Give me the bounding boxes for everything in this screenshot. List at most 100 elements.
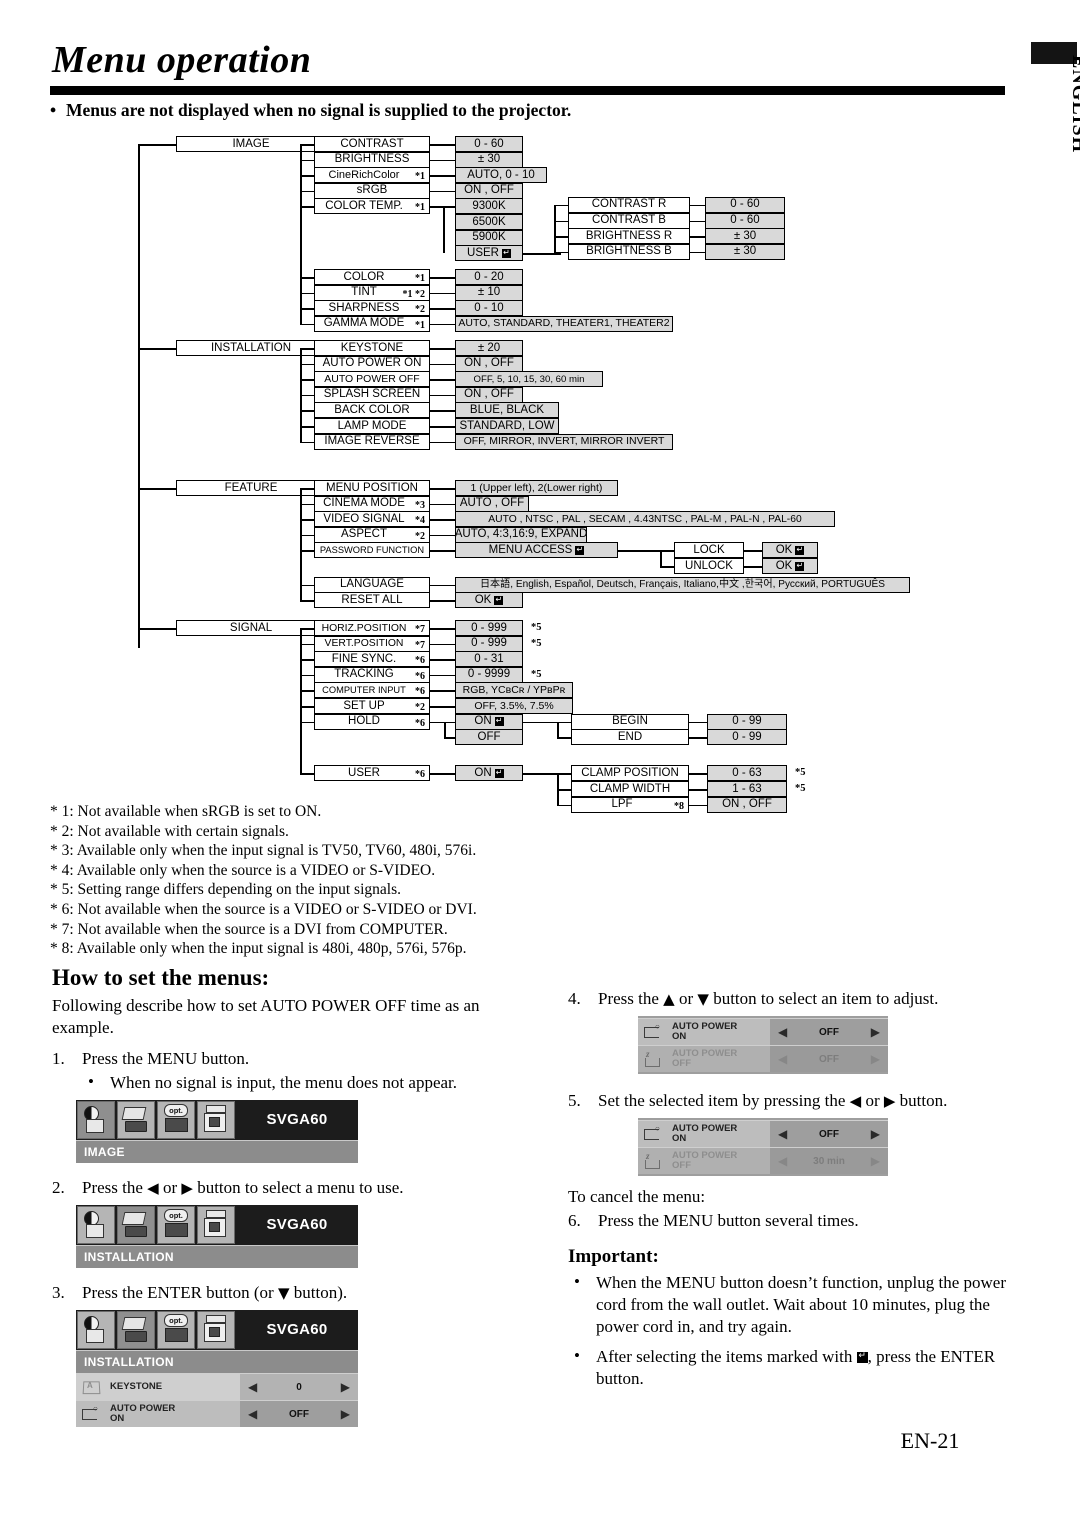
auto-power-on-value-stepper[interactable]: ◀ OFF ▶ bbox=[240, 1401, 358, 1427]
step-4-text-c: button to select an item to adjust. bbox=[713, 989, 939, 1008]
feature-menu-icon[interactable] bbox=[157, 1101, 195, 1139]
osd-row-keystone[interactable]: KEYSTONE ◀ 0 ▶ bbox=[76, 1373, 358, 1400]
installation-menu-icon[interactable] bbox=[117, 1311, 155, 1349]
tree-value-ins-0: ± 20 bbox=[455, 340, 523, 356]
osd-menu-name: IMAGE bbox=[76, 1140, 358, 1163]
enter-symbol-icon bbox=[501, 248, 511, 258]
connector-line bbox=[300, 628, 314, 630]
image-menu-icon[interactable] bbox=[77, 1311, 115, 1349]
osd-menu-name: INSTALLATION bbox=[76, 1245, 358, 1268]
connector-line bbox=[300, 277, 314, 279]
connector-line bbox=[300, 674, 314, 677]
right-arrow-icon[interactable]: ▶ bbox=[341, 1380, 350, 1394]
right-arrow-icon[interactable]: ▶ bbox=[871, 1154, 880, 1168]
tree-value-sg-8: ON bbox=[455, 765, 523, 782]
right-arrow-icon[interactable]: ▶ bbox=[871, 1052, 880, 1066]
tree-value-2-label: AUTO, 0 - 10 bbox=[467, 168, 535, 181]
connector-line bbox=[523, 721, 557, 724]
feature-menu-icon[interactable] bbox=[157, 1206, 195, 1244]
step-4-number: 4. bbox=[568, 989, 581, 1008]
auto-power-off-value-stepper[interactable]: ◀ 30 min ▶ bbox=[770, 1148, 888, 1174]
tree-item-cinerichcolor-label: CineRichColor bbox=[328, 168, 400, 181]
tree-value-fe-1: AUTO , OFF bbox=[455, 495, 529, 512]
intro-bullet: • Menus are not displayed when no signal … bbox=[50, 100, 1010, 121]
left-arrow-icon[interactable]: ◀ bbox=[778, 1025, 787, 1039]
bullet-dot: • bbox=[50, 100, 57, 120]
image-menu-icon[interactable] bbox=[77, 1206, 115, 1244]
connector-line bbox=[430, 488, 455, 490]
tree-value-8-label: 0 - 20 bbox=[474, 270, 504, 283]
tree-item-gamma-mode: GAMMA MODE *1 bbox=[314, 315, 430, 332]
osd-row-auto-power-off[interactable]: AUTO POWER OFF ◀ 30 min ▶ bbox=[638, 1147, 888, 1174]
tree-item-srgb: sRGB bbox=[314, 182, 430, 199]
tree-subitem-end: END bbox=[571, 729, 689, 746]
tree-item-language: LANGUAGE bbox=[314, 576, 430, 593]
connector-line bbox=[689, 737, 707, 739]
tree-item-password-function: PASSWORD FUNCTION bbox=[314, 542, 430, 559]
osd-row-auto-power-on[interactable]: AUTO POWER ON ◀ OFF ▶ bbox=[76, 1400, 358, 1427]
tree-value-sg-3-label: 0 - 9999 bbox=[467, 668, 511, 681]
installation-menu-icon[interactable] bbox=[117, 1101, 155, 1139]
tree-value-sg-0: 0 - 999 bbox=[455, 620, 523, 636]
auto-power-on-value-stepper[interactable]: ◀ OFF ▶ bbox=[770, 1019, 888, 1045]
tree-item-srgb-label: sRGB bbox=[356, 184, 388, 197]
connector-line bbox=[554, 220, 568, 223]
left-arrow-icon[interactable]: ◀ bbox=[778, 1127, 787, 1141]
bullet-dot: • bbox=[88, 1072, 94, 1091]
auto-power-on-value: OFF bbox=[289, 1408, 309, 1420]
osd-row-auto-power-on[interactable]: AUTO POWER ON ◀ OFF ▶ bbox=[638, 1018, 888, 1045]
right-arrow-icon[interactable]: ▶ bbox=[871, 1025, 880, 1039]
connector-line bbox=[554, 204, 568, 207]
tree-item-tint-label: TINT bbox=[351, 286, 377, 299]
connector-line bbox=[557, 773, 571, 775]
left-arrow-icon[interactable]: ◀ bbox=[248, 1380, 257, 1394]
signal-menu-icon[interactable] bbox=[197, 1206, 235, 1244]
tree-item-lamp-mode-label: LAMP MODE bbox=[337, 419, 407, 432]
osd-row-auto-power-on[interactable]: AUTO POWER ON ◀ OFF ▶ bbox=[638, 1120, 888, 1147]
tree-item-aspect: ASPECT *2 bbox=[314, 526, 430, 543]
tree-subitem-contrast-b: CONTRAST B bbox=[568, 212, 690, 229]
connector-line bbox=[430, 394, 455, 397]
right-arrow-icon[interactable]: ▶ bbox=[871, 1127, 880, 1141]
installation-menu-icon[interactable] bbox=[117, 1206, 155, 1244]
tree-item-sharpness-label: SHARPNESS bbox=[328, 301, 400, 314]
tree-subitem-end-label: END bbox=[617, 730, 643, 743]
image-menu-icon[interactable] bbox=[77, 1101, 115, 1139]
connector-line bbox=[430, 643, 455, 646]
auto-power-off-value-stepper[interactable]: ◀ OFF ▶ bbox=[770, 1046, 888, 1072]
tree-root-signal-label: SIGNAL bbox=[229, 621, 273, 634]
footnote-marker: *1 bbox=[415, 319, 425, 331]
up-arrow-icon: ▲ bbox=[663, 990, 675, 1008]
page-number-text: EN-21 bbox=[900, 1428, 960, 1453]
step-1-number: 1. bbox=[52, 1049, 65, 1068]
keystone-icon bbox=[76, 1374, 106, 1400]
auto-power-on-value-stepper[interactable]: ◀ OFF ▶ bbox=[770, 1121, 888, 1147]
tree-value-sg-5: OFF, 3.5%, 7.5% bbox=[455, 698, 573, 714]
tree-value-ins-5: STANDARD, LOW bbox=[455, 418, 559, 434]
right-arrow-icon[interactable]: ▶ bbox=[341, 1407, 350, 1421]
connector-line bbox=[300, 348, 314, 350]
tree-value-4-label: 9300K bbox=[472, 199, 506, 212]
left-arrow-icon[interactable]: ◀ bbox=[248, 1407, 257, 1421]
enter-symbol-icon bbox=[795, 561, 805, 571]
feature-menu-icon[interactable] bbox=[157, 1311, 195, 1349]
keystone-value-stepper[interactable]: ◀ 0 ▶ bbox=[240, 1374, 358, 1400]
step-5-number: 5. bbox=[568, 1091, 581, 1110]
auto-power-on-icon bbox=[638, 1019, 668, 1045]
connector-line bbox=[430, 503, 455, 506]
tree-value-ins-4-label: BLUE, BLACK bbox=[469, 403, 545, 416]
osd-row-auto-power-off[interactable]: AUTO POWER OFF ◀ OFF ▶ bbox=[638, 1045, 888, 1072]
left-arrow-icon[interactable]: ◀ bbox=[778, 1154, 787, 1168]
tree-item-splash-screen: SPLASH SCREEN bbox=[314, 386, 430, 403]
signal-menu-icon[interactable] bbox=[197, 1101, 235, 1139]
tree-value-10: 0 - 10 bbox=[455, 300, 523, 317]
tree-subvalue-pw-1: OK bbox=[762, 558, 818, 574]
left-arrow-icon[interactable]: ◀ bbox=[778, 1052, 787, 1066]
connector-line bbox=[554, 236, 568, 238]
connector-line bbox=[557, 737, 571, 739]
down-arrow-icon: ▼ bbox=[277, 1284, 290, 1302]
important-item-1-text: When the MENU button doesn’t function, u… bbox=[596, 1272, 1006, 1336]
connector-line bbox=[300, 159, 314, 162]
tree-item-video-signal-label: VIDEO SIGNAL bbox=[323, 512, 405, 525]
signal-menu-icon[interactable] bbox=[197, 1311, 235, 1349]
